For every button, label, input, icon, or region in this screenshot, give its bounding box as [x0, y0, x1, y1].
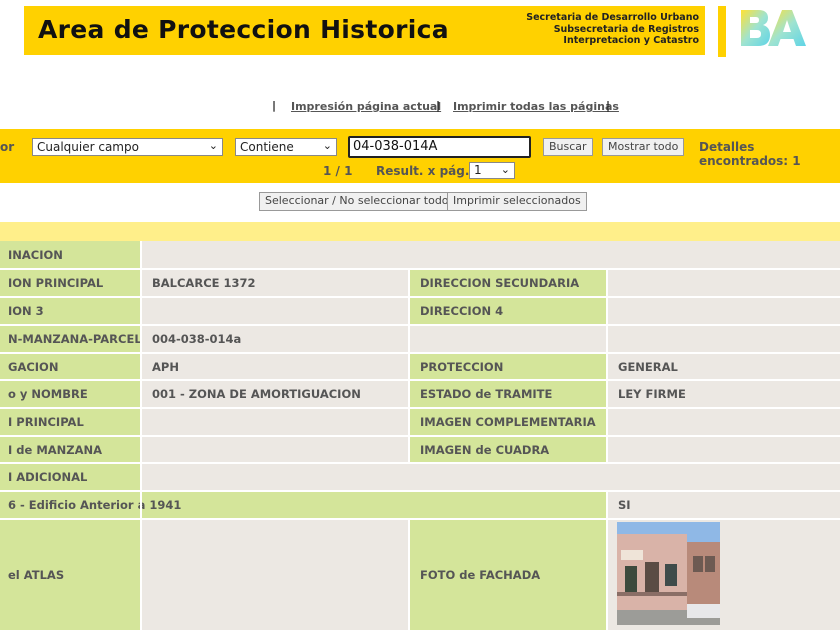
agency-names: Secretaria de Desarrollo Urbano Subsecre… — [526, 12, 699, 47]
search-by-label: or — [0, 140, 15, 154]
row-divider — [0, 296, 840, 298]
row-divider — [0, 352, 840, 354]
row-divider — [0, 268, 840, 270]
column-divider — [408, 519, 410, 630]
field-label: ION PRINCIPAL — [0, 269, 141, 297]
row-divider — [0, 379, 840, 381]
agency-line-1: Secretaria de Desarrollo Urbano — [526, 12, 699, 23]
row-divider — [0, 490, 840, 492]
search-button[interactable]: Buscar — [543, 138, 593, 156]
results-found: Detalles encontrados: 1 — [699, 140, 801, 168]
column-divider — [606, 269, 608, 463]
field-label: el ATLAS — [0, 519, 141, 630]
field-label: ION 3 — [0, 297, 141, 325]
row-divider — [0, 407, 840, 409]
field-value — [607, 269, 840, 297]
field-value — [141, 297, 409, 325]
chevron-down-icon: ⌄ — [500, 163, 510, 176]
field-value: 001 - ZONA DE AMORTIGUACION — [141, 380, 409, 408]
operator-select-value: Contiene — [240, 140, 294, 154]
header-divider — [718, 6, 726, 57]
field-label: ESTADO de TRAMITE — [409, 380, 607, 408]
field-label: GACION — [0, 353, 141, 380]
field-label: PROTECCION — [409, 353, 607, 380]
chevron-down-icon: ⌄ — [208, 139, 218, 152]
per-page-select[interactable]: 1 ⌄ — [469, 162, 515, 179]
print-selected-button[interactable]: Imprimir seleccionados — [447, 192, 587, 211]
field-value — [141, 519, 409, 630]
chevron-down-icon: ⌄ — [322, 139, 332, 152]
field-label: FOTO de FACHADA — [409, 519, 607, 630]
field-label: IMAGEN de CUADRA — [409, 436, 607, 463]
row-divider — [0, 435, 840, 437]
separator: | — [436, 99, 441, 112]
row-divider — [0, 462, 840, 464]
row-divider — [0, 324, 840, 326]
row-divider — [0, 518, 840, 520]
field-value: GENERAL — [607, 353, 840, 380]
search-input[interactable]: 04-038-014A — [348, 136, 531, 158]
field-value: APH — [141, 353, 409, 380]
field-label: I ADICIONAL — [0, 463, 141, 491]
separator: | — [606, 99, 611, 112]
field-label: DIRECCION SECUNDARIA — [409, 269, 607, 297]
field-label: o y NOMBRE — [0, 380, 141, 408]
field-label: N-MANZANA-PARCELA — [0, 325, 141, 353]
results-header-band — [0, 222, 840, 241]
facade-photo[interactable] — [617, 522, 720, 625]
field-value — [607, 436, 840, 463]
per-page-label: Result. x pág.: — [376, 164, 475, 178]
field-select[interactable]: Cualquier campo ⌄ — [32, 138, 223, 156]
field-label: IMAGEN COMPLEMENTARIA — [409, 408, 607, 436]
page-indicator: 1 / 1 — [323, 164, 353, 178]
field-select-value: Cualquier campo — [37, 140, 139, 154]
field-value — [607, 297, 840, 325]
agency-line-2: Subsecretaria de Registros — [553, 23, 699, 35]
field-value — [607, 408, 840, 436]
agency-line-3: Interpretacion y Catastro — [563, 35, 699, 46]
separator: | — [272, 99, 277, 112]
show-all-button[interactable]: Mostrar todo — [602, 138, 685, 156]
operator-select[interactable]: Contiene ⌄ — [235, 138, 337, 156]
field-value — [141, 408, 409, 436]
page-title: Area de Proteccion Historica — [38, 15, 449, 44]
select-all-button[interactable]: Seleccionar / No seleccionar todo — [259, 192, 455, 211]
field-value: BALCARCE 1372 — [141, 269, 409, 297]
field-label: INACION — [0, 241, 141, 269]
print-all-pages-link[interactable]: Imprimir todas las páginas — [453, 100, 619, 113]
field-label: 6 - Edificio Anterior a 1941 — [0, 491, 607, 519]
column-divider — [408, 269, 410, 463]
field-label: DIRECCION 4 — [409, 297, 607, 325]
field-value — [141, 436, 409, 463]
column-divider — [606, 491, 608, 630]
column-divider — [140, 241, 142, 630]
field-value: LEY FIRME — [607, 380, 840, 408]
field-value: SI — [607, 491, 840, 519]
ba-logo — [741, 10, 806, 46]
header-banner: Area de Proteccion Historica Secretaria … — [24, 6, 705, 55]
print-current-page-link[interactable]: Impresión página actual — [291, 100, 441, 113]
search-bar: or Cualquier campo ⌄ Contiene ⌄ 04-038-0… — [0, 129, 840, 183]
field-label: I de MANZANA — [0, 436, 141, 463]
field-label: I PRINCIPAL — [0, 408, 141, 436]
field-value: 004-038-014a — [141, 325, 840, 353]
per-page-value: 1 — [474, 163, 482, 177]
